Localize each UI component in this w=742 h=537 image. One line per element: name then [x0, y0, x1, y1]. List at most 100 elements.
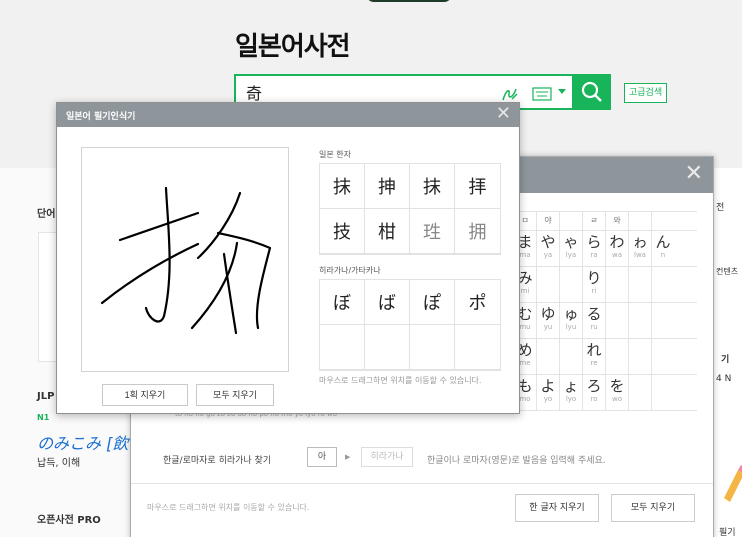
close-icon[interactable]: ✕	[685, 163, 703, 185]
advanced-search-button[interactable]: 고급검색	[624, 83, 668, 103]
kana-char: ん	[655, 233, 671, 251]
divider	[131, 483, 713, 484]
kana-column-header	[559, 212, 582, 230]
kana-key	[605, 303, 628, 338]
handwriting-canvas[interactable]	[81, 147, 289, 372]
kana-key	[651, 339, 674, 374]
kana-key[interactable]: る ru	[582, 303, 605, 338]
keyboard-icon[interactable]	[532, 86, 552, 101]
kana-key[interactable]: り ri	[582, 267, 605, 302]
handwriting-popup-header[interactable]: 일본어 필기인식기 ✕	[57, 103, 519, 127]
kanji-section-label: 일본 한자	[319, 150, 351, 159]
word-meaning: 납득, 이해	[37, 458, 81, 469]
kana-key[interactable]: ょ lyo	[559, 375, 582, 410]
kana-key	[651, 267, 674, 302]
right-col-text-3: 기	[721, 355, 730, 365]
kana-romaji: lya	[565, 251, 577, 259]
kana-char	[652, 375, 674, 377]
kana-char	[652, 339, 674, 341]
handwriting-pen-icon[interactable]	[500, 84, 520, 104]
kana-key	[559, 339, 582, 374]
kana-column-header	[651, 212, 674, 230]
kanji-candidate[interactable]: 抹	[320, 164, 365, 209]
kana-candidate[interactable]: ポ	[455, 280, 500, 325]
right-col-text-4: 4 N	[716, 374, 732, 384]
kana-romaji: wa	[611, 251, 622, 259]
kana-candidate[interactable]: ぽ	[410, 280, 455, 325]
kanji-candidate[interactable]: 拥	[455, 209, 500, 254]
tab-word[interactable]: 단어	[37, 205, 55, 220]
kana-char	[629, 267, 651, 269]
kana-char	[560, 339, 582, 341]
kana-column-header: ㄹ	[582, 212, 605, 230]
kanji-candidate[interactable]: 技	[320, 209, 365, 254]
kana-char	[606, 303, 628, 305]
kana-char: り	[586, 269, 602, 287]
search-button[interactable]	[572, 74, 611, 110]
delete-one-char-button[interactable]: 한 글자 지우기	[515, 494, 599, 522]
kana-char: ろ	[586, 377, 602, 395]
kana-key[interactable]: を wo	[605, 375, 628, 410]
kana-key[interactable]: わ wa	[605, 231, 628, 266]
kana-romaji: yo	[543, 395, 553, 403]
kana-key[interactable]: ゅ lyu	[559, 303, 582, 338]
kana-section-label: 히라가나/가타카나	[319, 266, 381, 275]
close-icon[interactable]: ✕	[496, 105, 511, 123]
kana-key[interactable]: ゆ yu	[536, 303, 559, 338]
romaji-input[interactable]: 아	[307, 447, 337, 467]
kana-key[interactable]: や ya	[536, 231, 559, 266]
right-col-text-2: 컨텐츠	[716, 267, 739, 276]
kana-char: ゃ	[563, 233, 579, 251]
handwritten-strokes	[100, 186, 272, 335]
chevron-down-icon[interactable]	[558, 89, 566, 94]
kana-key[interactable]: ゎ lwa	[628, 231, 651, 266]
kana-key[interactable]: んn	[651, 231, 674, 266]
kana-char	[652, 303, 674, 305]
kana-key	[651, 375, 674, 410]
kanji-candidate[interactable]: 抹	[410, 164, 455, 209]
search-icon	[581, 81, 602, 102]
kana-key[interactable]: れ re	[582, 339, 605, 374]
kana-column-header: 야	[536, 212, 559, 230]
kana-candidate	[320, 325, 365, 370]
drag-hint: 마우스로 드래그하면 위치를 이동할 수 있습니다.	[147, 503, 310, 512]
handwriting-popup[interactable]: 일본어 필기인식기 ✕ 1획 지우기 모두 지우기 일본 한자 抹抻抹拝技柑珄拥…	[56, 102, 520, 414]
word-link[interactable]: のみこみ [飲	[37, 430, 128, 454]
kana-char: ゎ	[632, 233, 648, 251]
kana-romaji: re	[590, 359, 598, 367]
kana-romaji: lwa	[634, 251, 646, 259]
kanji-candidate[interactable]: 抻	[365, 164, 410, 209]
undo-stroke-button[interactable]: 1획 지우기	[102, 384, 188, 406]
kana-key	[536, 267, 559, 302]
kanji-candidate[interactable]: 珄	[410, 209, 455, 254]
kana-column-header	[628, 212, 651, 230]
romaji-hint: 한글이나 로마자(영문)로 발음을 입력해 주세요.	[427, 456, 606, 466]
kana-char	[629, 339, 651, 341]
search-input[interactable]	[246, 80, 476, 104]
kana-candidate[interactable]: ぼ	[320, 280, 365, 325]
kana-candidate	[410, 325, 455, 370]
kana-romaji: ro	[590, 395, 598, 403]
kana-key[interactable]: ろ ro	[582, 375, 605, 410]
hiragana-output[interactable]: 히라가나	[361, 447, 413, 467]
romaji-search-label: 한글/로마자로 히라가나 찾기	[163, 456, 272, 466]
kana-key	[628, 339, 651, 374]
drag-hint: 마우스로 드래그하면 위치를 이동할 수 있습니다.	[319, 376, 482, 385]
kana-key[interactable]: よ yo	[536, 375, 559, 410]
arrow-right-icon: ▶	[345, 453, 351, 461]
kana-key	[628, 267, 651, 302]
open-dict-title[interactable]: 오픈사전 PRO	[37, 511, 101, 526]
clear-all-button[interactable]: 모두 지우기	[196, 384, 274, 406]
kana-candidate	[365, 325, 410, 370]
kana-key[interactable]: ら ra	[582, 231, 605, 266]
kana-char: ゆ	[540, 305, 556, 323]
kana-key[interactable]: ゃ lya	[559, 231, 582, 266]
kanji-candidate[interactable]: 柑	[365, 209, 410, 254]
delete-all-button[interactable]: 모두 지우기	[611, 494, 695, 522]
kana-romaji: wo	[611, 395, 622, 403]
kana-romaji: ri	[591, 287, 597, 295]
kana-char: ゅ	[563, 305, 579, 323]
kana-candidate[interactable]: ば	[365, 280, 410, 325]
kanji-candidate[interactable]: 拝	[455, 164, 500, 209]
site-logo-tab[interactable]	[366, 0, 452, 2]
